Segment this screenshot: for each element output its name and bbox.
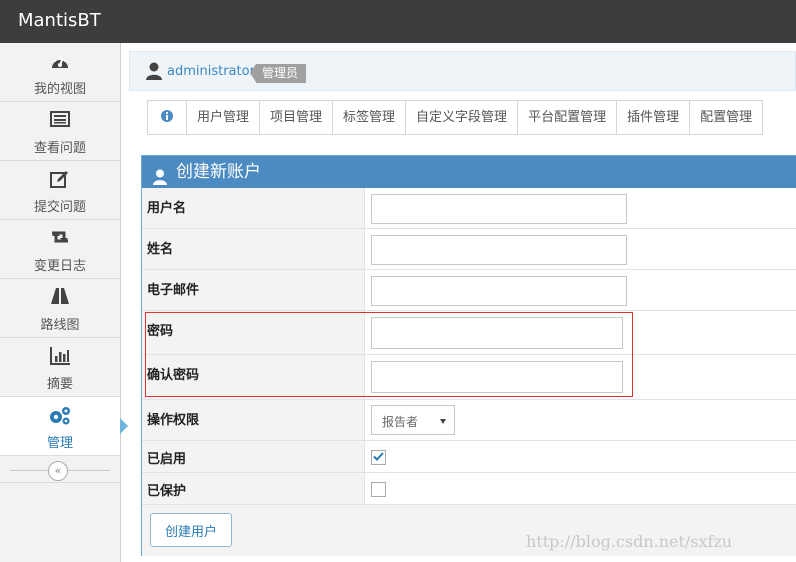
annotation-highlight-box xyxy=(145,312,633,397)
username-link[interactable]: administrator xyxy=(167,64,255,79)
role-badge: 管理员 xyxy=(249,64,307,83)
protected-checkbox[interactable] xyxy=(371,482,386,497)
access-level-value: 报告者 xyxy=(382,415,419,429)
sidebar-item-label: 我的视图 xyxy=(33,82,86,97)
checkmark-icon xyxy=(373,452,384,461)
sidebar-item-summary[interactable]: 摘要 xyxy=(0,338,120,397)
gears-icon xyxy=(0,406,120,426)
sidebar-item-label: 提交问题 xyxy=(33,200,86,215)
list-icon xyxy=(0,111,120,131)
panel-header: 创建新账户 xyxy=(142,156,796,188)
enabled-label: 已启用 xyxy=(142,441,365,472)
sidebar-item-label: 查看问题 xyxy=(33,141,86,156)
edit-icon xyxy=(0,170,120,190)
top-navbar: MantisBT xyxy=(0,0,796,43)
bar-chart-icon xyxy=(0,347,120,367)
user-icon xyxy=(146,62,162,84)
username-input[interactable] xyxy=(371,194,627,224)
sidebar-collapse-bar: « xyxy=(0,459,120,483)
tab-configuration[interactable]: 配置管理 xyxy=(690,100,764,135)
collapse-sidebar-button[interactable]: « xyxy=(48,461,68,481)
watermark: http://blog.csdn.net/sxfzu xyxy=(526,532,733,551)
create-user-button[interactable]: 创建用户 xyxy=(150,513,232,547)
sidebar-item-label: 路线图 xyxy=(40,318,80,333)
form-row-enabled: 已启用 xyxy=(142,441,796,473)
sidebar-item-my-view[interactable]: 我的视图 xyxy=(0,43,120,102)
road-icon xyxy=(0,288,120,308)
access-level-select[interactable]: 报告者 xyxy=(371,405,455,435)
tab-info[interactable] xyxy=(147,100,187,135)
form-row-realname: 姓名 xyxy=(142,229,796,270)
breadcrumb: administrator 管理员 xyxy=(129,51,796,91)
tab-custom-fields[interactable]: 自定义字段管理 xyxy=(406,100,519,135)
tab-project-management[interactable]: 项目管理 xyxy=(260,100,334,135)
sidebar-item-manage[interactable]: 管理 xyxy=(0,397,128,456)
sidebar-item-changelog[interactable]: 变更日志 xyxy=(0,220,120,279)
manage-tabs: 用户管理 项目管理 标签管理 自定义字段管理 平台配置管理 插件管理 配置管理 xyxy=(147,100,764,135)
panel-title: 创建新账户 xyxy=(176,162,261,182)
enabled-checkbox[interactable] xyxy=(371,450,386,465)
app-title[interactable]: MantisBT xyxy=(18,10,101,31)
chevron-down-icon xyxy=(440,419,446,424)
tab-platform-config[interactable]: 平台配置管理 xyxy=(518,100,618,135)
tab-user-management[interactable]: 用户管理 xyxy=(187,100,261,135)
username-label: 用户名 xyxy=(142,188,365,228)
sidebar-item-view-issues[interactable]: 查看问题 xyxy=(0,102,120,161)
sidebar: 我的视图 查看问题 提交问题 变更日志 路线图 摘要 管理 « xyxy=(0,43,128,562)
protected-label: 已保护 xyxy=(142,473,365,504)
sidebar-item-roadmap[interactable]: 路线图 xyxy=(0,279,120,338)
retweet-icon xyxy=(0,229,120,249)
sidebar-item-label: 变更日志 xyxy=(33,259,86,274)
email-label: 电子邮件 xyxy=(142,270,365,310)
realname-label: 姓名 xyxy=(142,229,365,269)
tab-plugins[interactable]: 插件管理 xyxy=(617,100,691,135)
info-icon xyxy=(161,110,173,122)
sidebar-item-report-issue[interactable]: 提交问题 xyxy=(0,161,120,220)
sidebar-item-label: 管理 xyxy=(46,436,73,451)
dashboard-icon xyxy=(0,52,120,72)
email-input[interactable] xyxy=(371,276,627,306)
form-row-username: 用户名 xyxy=(142,188,796,229)
form-row-email: 电子邮件 xyxy=(142,270,796,311)
form-row-access-level: 操作权限 报告者 xyxy=(142,400,796,441)
sidebar-item-label: 摘要 xyxy=(46,377,73,392)
realname-input[interactable] xyxy=(371,235,627,265)
access-level-label: 操作权限 xyxy=(142,400,365,440)
tab-tag-management[interactable]: 标签管理 xyxy=(333,100,407,135)
form-row-protected: 已保护 xyxy=(142,473,796,505)
